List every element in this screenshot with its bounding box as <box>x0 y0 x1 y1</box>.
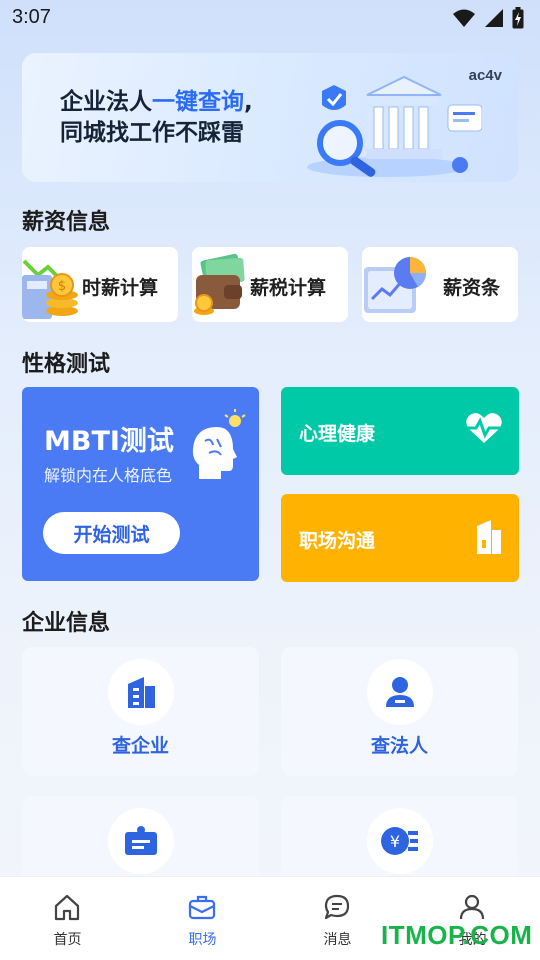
personality-section-title: 性格测试 <box>22 352 111 377</box>
enterprise-item-3-icon-wrap <box>108 808 174 874</box>
tab-home[interactable]: 首页 <box>0 877 135 960</box>
id-badge-icon <box>125 826 157 855</box>
workplace-communication-card[interactable]: 职场沟通 <box>281 494 519 582</box>
banner-headline: 企业法人一键查询, 同城找工作不踩雷 <box>60 87 253 149</box>
payslip-card[interactable]: 薪资条 <box>362 247 518 322</box>
status-icons <box>452 7 524 29</box>
status-time: 3:07 <box>12 6 51 28</box>
banner-line1-prefix: 企业法人 <box>60 89 152 115</box>
yen-list-icon: ¥ <box>381 827 418 855</box>
bank-magnifier-illustration <box>307 75 482 177</box>
search-company-label: 查企业 <box>111 735 169 757</box>
battery-icon <box>512 7 524 29</box>
enterprise-section-title: 企业信息 <box>22 611 111 636</box>
banner-line2: 同城找工作不踩雷 <box>60 120 244 146</box>
search-company-icon-wrap <box>108 659 174 725</box>
briefcase-icon <box>188 895 216 920</box>
mental-health-label: 心理健康 <box>299 423 376 445</box>
hourly-wage-label: 时薪计算 <box>82 277 159 299</box>
company-building-icon <box>128 677 155 708</box>
chat-icon <box>324 894 350 920</box>
wifi-icon <box>453 9 475 27</box>
workplace-communication-label: 职场沟通 <box>299 530 376 552</box>
signal-icon <box>485 9 503 27</box>
mbti-title: MBTI测试 <box>44 426 174 457</box>
coins-chart-icon: $ <box>22 259 78 319</box>
svg-text:$: $ <box>58 279 66 294</box>
person-icon <box>386 677 414 707</box>
salary-tax-label: 薪税计算 <box>250 277 327 299</box>
heartbeat-icon <box>465 413 503 443</box>
banner-line1-highlight: 一键查询 <box>152 89 244 115</box>
salary-section-title: 薪资信息 <box>22 210 111 235</box>
tab-workplace[interactable]: 职场 <box>135 877 270 960</box>
salary-tax-card[interactable]: 薪税计算 <box>192 247 348 322</box>
search-legal-person-icon-wrap <box>367 659 433 725</box>
site-watermark: ITMOP.COM <box>381 920 533 950</box>
wallet-money-icon <box>194 253 245 315</box>
mbti-test-card[interactable]: MBTI测试 解锁内在人格底色 开始测试 <box>22 387 259 581</box>
svg-text:¥: ¥ <box>390 832 400 851</box>
search-company-card[interactable]: 查企业 <box>22 647 259 776</box>
promo-banner[interactable]: 企业法人一键查询, 同城找工作不踩雷 ac4v <box>22 53 518 182</box>
pie-chart-report-icon <box>364 257 427 313</box>
tab-workplace-label: 职场 <box>188 932 217 948</box>
payslip-label: 薪资条 <box>443 277 501 299</box>
status-bar: 3:07 <box>0 0 540 36</box>
building-icon <box>477 520 501 554</box>
tab-home-label: 首页 <box>53 932 82 948</box>
mental-health-card[interactable]: 心理健康 <box>281 387 519 475</box>
enterprise-item-4-icon-wrap: ¥ <box>367 808 433 874</box>
user-icon <box>459 894 485 920</box>
search-legal-person-card[interactable]: 查法人 <box>281 647 518 776</box>
mbti-subtitle: 解锁内在人格底色 <box>44 466 173 485</box>
search-legal-person-label: 查法人 <box>370 735 428 757</box>
home-icon <box>54 894 80 921</box>
hourly-wage-card[interactable]: $ 时薪计算 <box>22 247 178 322</box>
start-test-button[interactable]: 开始测试 <box>43 512 180 554</box>
brain-head-icon <box>192 409 246 479</box>
banner-line1-suffix: , <box>244 89 253 115</box>
